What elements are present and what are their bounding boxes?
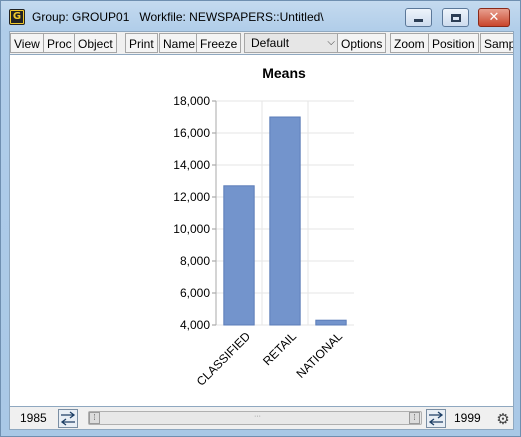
x-tick-label: CLASSIFIED: [194, 329, 254, 389]
maximize-button[interactable]: [442, 8, 469, 27]
name-button[interactable]: Name: [159, 33, 200, 53]
y-tick-label: 16,000: [173, 126, 210, 140]
group-icon-letter: G: [11, 11, 23, 23]
swap-arrows-icon: [428, 411, 444, 426]
x-tick-label: NATIONAL: [293, 329, 345, 381]
bar-classified: [223, 185, 255, 326]
y-tick-label: 4,000: [180, 318, 210, 332]
swap-arrows-icon: [60, 411, 76, 426]
y-tick-label: 12,000: [173, 190, 210, 204]
freeze-button[interactable]: Freeze: [196, 33, 242, 53]
y-tick-label: 6,000: [180, 286, 210, 300]
sample-button[interactable]: Sampl: [480, 33, 513, 53]
end-swap-button[interactable]: [426, 409, 446, 428]
slider-start-handle[interactable]: ⁞: [89, 412, 100, 424]
y-tick-label: 8,000: [180, 254, 210, 268]
slider-grip-icon: ···: [254, 413, 261, 420]
close-icon: ✕: [488, 10, 500, 25]
group-app-icon[interactable]: G: [9, 9, 25, 25]
view-button[interactable]: View: [10, 33, 44, 53]
y-tick-label: 14,000: [173, 158, 210, 172]
proc-button[interactable]: Proc: [43, 33, 76, 53]
chart-title: Means: [262, 65, 306, 81]
graph-template-select[interactable]: Default ⌵: [244, 33, 342, 53]
start-year: 1985: [20, 411, 47, 425]
toolbar: View Proc Object Print Name Freeze Defau…: [9, 31, 514, 55]
start-swap-button[interactable]: [58, 409, 78, 428]
gear-icon[interactable]: ⚙: [494, 410, 512, 428]
options-button[interactable]: Options: [337, 33, 387, 53]
position-button[interactable]: Position: [428, 33, 479, 53]
graph-area[interactable]: Means 4,000 6,000 8,000 10,000 12,000 14,000 1…: [9, 55, 514, 406]
bar-retail: [269, 116, 301, 326]
y-tick-label: 10,000: [173, 222, 210, 236]
close-button[interactable]: ✕: [478, 8, 510, 27]
maximize-icon: [450, 13, 461, 22]
x-tick-label: RETAIL: [260, 329, 299, 368]
y-tick-label: 18,000: [173, 94, 210, 108]
print-button[interactable]: Print: [125, 33, 158, 53]
zoom-button[interactable]: Zoom: [390, 33, 429, 53]
slider-end-handle[interactable]: ⁞: [409, 412, 420, 424]
graph-template-value: Default: [251, 36, 290, 50]
minimize-button[interactable]: [405, 8, 432, 27]
title-bar[interactable]: G Group: GROUP01 Workfile: NEWSPAPERS::U…: [1, 1, 520, 31]
sample-slider[interactable]: ⁞ ··· ⁞: [88, 411, 422, 425]
sample-range-bar: 1985 ⁞ ··· ⁞ 1999 ⚙: [9, 406, 514, 430]
window-title: Group: GROUP01 Workfile: NEWSPAPERS::Unt…: [32, 10, 324, 24]
group-window: G Group: GROUP01 Workfile: NEWSPAPERS::U…: [0, 0, 521, 437]
chevron-down-icon: ⌵: [327, 37, 335, 48]
bar-national: [315, 319, 347, 326]
minimize-icon: [414, 19, 423, 22]
object-button[interactable]: Object: [74, 33, 117, 53]
end-year: 1999: [454, 411, 481, 425]
means-bar-chart: Means 4,000 6,000 8,000 10,000 12,000 14,000 1…: [173, 65, 354, 389]
